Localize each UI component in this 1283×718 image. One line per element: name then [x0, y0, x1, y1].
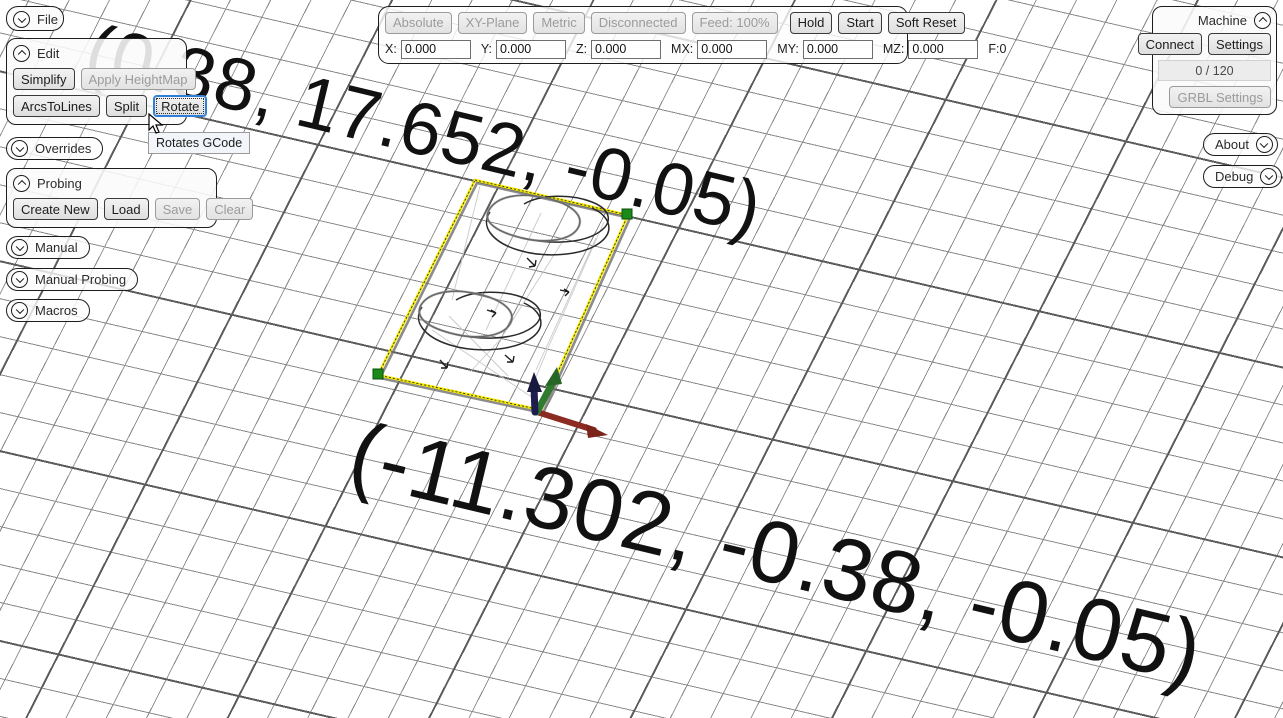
- create-new-probing-button[interactable]: Create New: [13, 198, 98, 220]
- chevron-down-icon[interactable]: [11, 271, 28, 288]
- dro-mz-input[interactable]: [908, 39, 979, 59]
- macros-panel-label: Macros: [35, 303, 78, 318]
- rotate-button-tooltip: Rotates GCode: [148, 132, 251, 154]
- save-probing-button[interactable]: Save: [154, 198, 201, 220]
- machine-panel-label: Machine: [1197, 12, 1247, 28]
- edit-button-row-1: Simplify Apply HeightMap: [13, 68, 196, 90]
- rotate-button[interactable]: Rotate: [153, 95, 208, 117]
- dro-y-label: Y:: [480, 42, 492, 56]
- sidebar-panel-probing: Probing Create New Load Save Clear: [6, 168, 254, 228]
- dro-mz-label: MZ:: [882, 42, 905, 56]
- chevron-up-icon[interactable]: [13, 174, 30, 192]
- dro-x-group: X:: [385, 39, 471, 59]
- dro-x-input[interactable]: [400, 39, 471, 59]
- machine-panel: Machine Connect Settings 0 / 120 GRBL Se…: [1137, 6, 1277, 115]
- file-panel-label: File: [37, 12, 58, 27]
- about-panel[interactable]: About: [1203, 133, 1278, 156]
- dro-row: X: Y: Z: MX: MY: MZ: F:: [385, 37, 1006, 61]
- dro-mx-input[interactable]: [697, 39, 768, 59]
- probing-panel-label: Probing: [37, 175, 82, 191]
- overrides-panel-label: Overrides: [35, 141, 92, 156]
- file-panel-header[interactable]: File: [13, 10, 58, 30]
- dro-mx-label: MX:: [671, 42, 694, 56]
- chevron-up-icon[interactable]: [1254, 11, 1271, 29]
- chevron-down-icon[interactable]: [11, 140, 28, 157]
- sidebar-panel-overrides[interactable]: Overrides: [6, 137, 104, 160]
- xy-plane-button[interactable]: XY-Plane: [457, 11, 528, 34]
- simplify-button[interactable]: Simplify: [13, 68, 75, 90]
- sidebar-panel-edit: Edit Simplify Apply HeightMap ArcsToLine…: [6, 38, 208, 125]
- chevron-down-icon[interactable]: [1255, 136, 1273, 153]
- status-toolbar: Absolute XY-Plane Metric Disconnected Fe…: [378, 6, 1006, 64]
- sidebar-panel-manual[interactable]: Manual: [6, 236, 90, 259]
- sidebar-panel-file[interactable]: File: [6, 6, 64, 31]
- connect-button[interactable]: Connect: [1137, 33, 1203, 55]
- debug-panel-label: Debug: [1215, 169, 1254, 184]
- dro-my-label: MY:: [777, 42, 799, 56]
- edit-panel-header[interactable]: Edit: [13, 43, 180, 63]
- dro-y-group: Y:: [480, 39, 566, 59]
- connection-status-button[interactable]: Disconnected: [590, 11, 686, 34]
- arcs-to-lines-button[interactable]: ArcsToLines: [13, 95, 100, 117]
- clear-probing-button[interactable]: Clear: [206, 198, 254, 220]
- absolute-button[interactable]: Absolute: [385, 11, 452, 34]
- feed-readout: F:0: [988, 42, 1007, 56]
- chevron-down-icon[interactable]: [11, 302, 28, 319]
- sidebar-panel-manual-probing[interactable]: Manual Probing: [6, 268, 139, 291]
- job-progress-bar: 0 / 120: [1158, 60, 1271, 81]
- probing-panel-header[interactable]: Probing: [13, 173, 210, 193]
- grbl-settings-button[interactable]: GRBL Settings: [1169, 86, 1271, 108]
- start-button[interactable]: Start: [838, 11, 882, 34]
- debug-panel[interactable]: Debug: [1203, 165, 1283, 188]
- rotate-button-label: Rotate: [161, 98, 200, 114]
- split-button[interactable]: Split: [105, 95, 148, 117]
- feed-override-button[interactable]: Feed: 100%: [691, 11, 778, 34]
- chevron-down-icon[interactable]: [11, 239, 28, 256]
- status-button-row: Absolute XY-Plane Metric Disconnected Fe…: [385, 10, 965, 35]
- machine-button-row: Connect Settings: [1137, 33, 1271, 55]
- sidebar-panel-macros[interactable]: Macros: [6, 299, 90, 322]
- grbl-settings-row: GRBL Settings: [1158, 86, 1271, 108]
- chevron-up-icon[interactable]: [13, 44, 30, 62]
- dro-z-label: Z:: [575, 42, 588, 56]
- axis-x-arrow: [534, 409, 608, 438]
- about-panel-label: About: [1215, 137, 1249, 152]
- dro-z-input[interactable]: [591, 39, 662, 59]
- chevron-down-icon[interactable]: [13, 11, 30, 28]
- load-probing-button[interactable]: Load: [103, 198, 149, 220]
- dro-my-input[interactable]: [802, 39, 873, 59]
- dro-mx-group: MX:: [671, 39, 768, 59]
- manual-panel-label: Manual: [35, 240, 78, 255]
- machine-panel-header[interactable]: Machine: [1158, 10, 1271, 30]
- edit-panel-label: Edit: [37, 45, 60, 61]
- apply-heightmap-button[interactable]: Apply HeightMap: [80, 68, 196, 90]
- edit-button-row-2: ArcsToLines Split Rotate: [13, 95, 208, 117]
- soft-reset-button[interactable]: Soft Reset: [887, 11, 965, 34]
- dro-mz-group: MZ:: [882, 39, 979, 59]
- probing-button-row: Create New Load Save Clear: [13, 198, 254, 220]
- settings-button[interactable]: Settings: [1208, 33, 1271, 55]
- dro-my-group: MY:: [777, 39, 873, 59]
- metric-button[interactable]: Metric: [533, 11, 585, 34]
- application-window: (0.38, 17.652, -0.05) (-11.302, -0.38, -…: [0, 0, 1283, 718]
- dro-z-group: Z:: [575, 39, 662, 59]
- dro-y-input[interactable]: [495, 39, 566, 59]
- chevron-down-icon[interactable]: [1260, 168, 1278, 185]
- manual-probing-panel-label: Manual Probing: [35, 272, 127, 287]
- dro-x-label: X:: [385, 42, 397, 56]
- hold-button[interactable]: Hold: [789, 11, 833, 34]
